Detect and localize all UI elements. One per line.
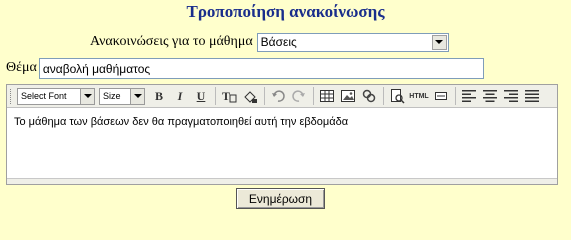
- toolbar-divider: [215, 87, 216, 105]
- page-title: Τροποποίηση ανακοίνωσης: [186, 2, 385, 21]
- image-icon[interactable]: [338, 86, 358, 106]
- size-select-label: Size: [103, 91, 121, 101]
- text-color-icon[interactable]: T: [219, 86, 239, 106]
- align-left-icon[interactable]: [459, 86, 479, 106]
- toolbar-divider: [455, 87, 456, 105]
- toolbar-divider: [264, 87, 265, 105]
- align-center-icon[interactable]: [480, 86, 500, 106]
- font-select[interactable]: Select Font: [17, 87, 95, 105]
- align-justify-icon[interactable]: [522, 86, 542, 106]
- table-icon[interactable]: [317, 86, 337, 106]
- highlight-icon[interactable]: [240, 86, 260, 106]
- toolbar-divider: [383, 87, 384, 105]
- chevron-down-icon[interactable]: [130, 88, 144, 104]
- editor-content[interactable]: Το μάθημα των βάσεων δεν θα πραγματοποιη…: [7, 108, 557, 136]
- font-select-label: Select Font: [21, 91, 67, 101]
- update-button[interactable]: Ενημέρωση: [236, 188, 325, 209]
- rich-text-editor: Select Font Size B I U T HTML Το μάθημα …: [6, 84, 558, 185]
- subject-label: Θέμα: [6, 60, 37, 75]
- svg-text:T: T: [222, 89, 230, 103]
- subject-row: Θέμα αναβολή μαθήματος: [6, 57, 484, 79]
- course-label: Ανακοινώσεις για το μάθημα: [90, 34, 253, 49]
- preview-icon[interactable]: [387, 86, 407, 106]
- align-right-icon[interactable]: [501, 86, 521, 106]
- undo-icon[interactable]: [268, 86, 288, 106]
- editor-statusbar: [7, 178, 557, 184]
- link-icon[interactable]: [359, 86, 379, 106]
- course-select-value: Βάσεις: [260, 35, 297, 49]
- bold-icon[interactable]: B: [149, 86, 169, 106]
- toolbar-divider: [313, 87, 314, 105]
- html-icon[interactable]: HTML: [408, 86, 430, 106]
- course-row: Ανακοινώσεις για το μάθημα Βάσεις: [90, 32, 449, 52]
- chevron-down-icon[interactable]: [80, 88, 94, 104]
- toolbar-grip[interactable]: [10, 88, 13, 104]
- textarea-icon[interactable]: [431, 86, 451, 106]
- subject-input[interactable]: αναβολή μαθήματος: [38, 57, 484, 79]
- redo-icon[interactable]: [289, 86, 309, 106]
- course-select[interactable]: Βάσεις: [256, 32, 449, 52]
- underline-icon[interactable]: U: [191, 86, 211, 106]
- chevron-down-icon[interactable]: [431, 34, 447, 50]
- italic-icon[interactable]: I: [170, 86, 190, 106]
- editor-toolbar: Select Font Size B I U T HTML: [7, 85, 557, 108]
- size-select[interactable]: Size: [99, 87, 145, 105]
